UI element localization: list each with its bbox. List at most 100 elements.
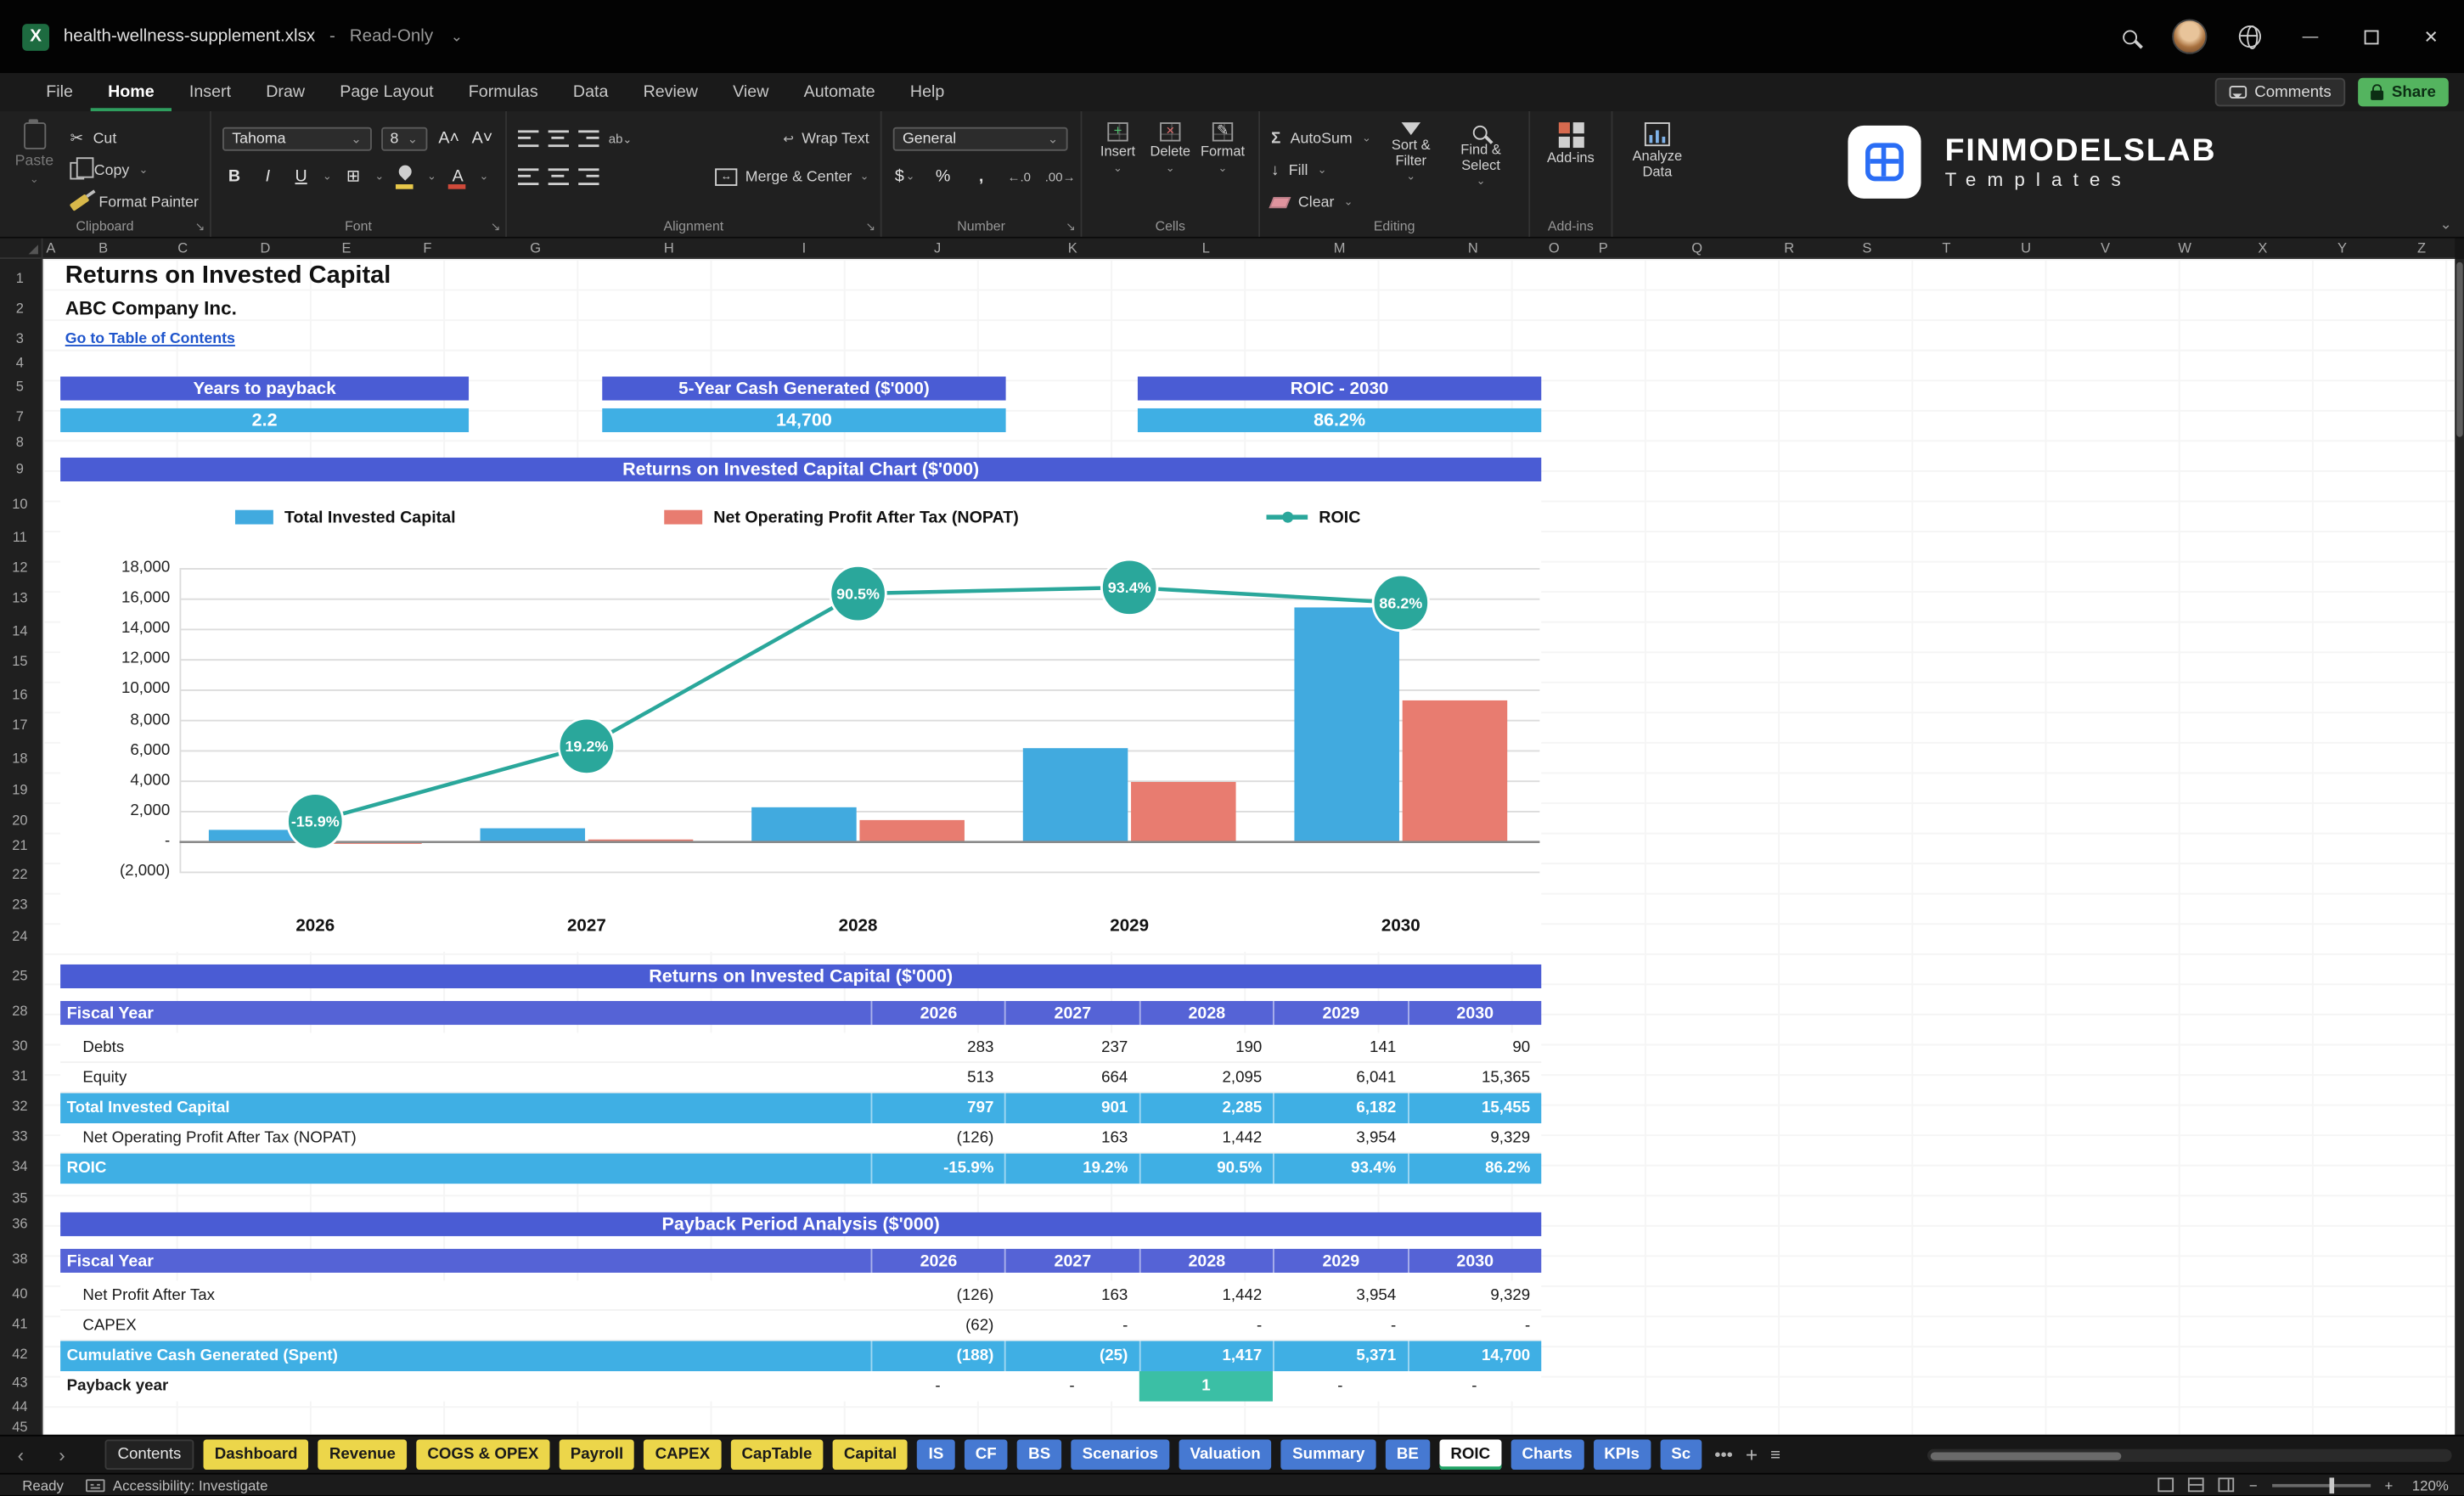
row-header-31[interactable]: 31 — [0, 1068, 40, 1086]
row-header-7[interactable]: 7 — [0, 408, 40, 426]
zoom-level[interactable]: 120% — [2407, 1476, 2449, 1493]
percent-style-button[interactable]: % — [931, 164, 955, 189]
sheet-tab[interactable]: CF — [964, 1439, 1008, 1471]
column-header-G[interactable]: G — [523, 240, 548, 256]
column-header-P[interactable]: P — [1590, 240, 1616, 256]
sheet-tab[interactable]: Sc — [1660, 1439, 1702, 1471]
clipboard-dialog-launcher-icon[interactable] — [195, 219, 205, 233]
column-header-V[interactable]: V — [2093, 240, 2118, 256]
align-middle-icon[interactable] — [548, 129, 569, 148]
sheet-tab[interactable]: CapTable — [730, 1439, 824, 1471]
sheet-tab[interactable]: IS — [917, 1439, 955, 1471]
maximize-button[interactable] — [2341, 0, 2401, 73]
chevron-down-icon[interactable] — [374, 170, 384, 183]
chevron-down-icon[interactable] — [323, 170, 332, 183]
sort-filter-button[interactable]: Sort & Filter — [1381, 122, 1441, 215]
web-version-button[interactable] — [2219, 0, 2280, 73]
minimize-button[interactable] — [2280, 0, 2340, 73]
analyze-data-button[interactable]: Analyze Data — [1627, 122, 1687, 215]
row-header-3[interactable]: 3 — [0, 330, 40, 348]
column-header-X[interactable]: X — [2250, 240, 2276, 256]
sheet-tab[interactable]: Scenarios — [1071, 1439, 1170, 1471]
ribbon-tab[interactable]: Review — [626, 73, 716, 111]
row-header-38[interactable]: 38 — [0, 1251, 40, 1268]
font-name-combobox[interactable]: Tahoma — [222, 126, 372, 150]
comments-button[interactable]: Comments — [2214, 77, 2346, 107]
addins-button[interactable]: Add-ins — [1541, 122, 1600, 215]
row-header-13[interactable]: 13 — [0, 589, 40, 607]
ribbon-tab[interactable]: Formulas — [451, 73, 555, 111]
chevron-down-icon[interactable] — [427, 170, 436, 183]
close-button[interactable] — [2401, 0, 2461, 73]
collapse-ribbon-icon[interactable] — [2439, 217, 2451, 234]
ribbon-tab[interactable]: Help — [892, 73, 962, 111]
underline-button[interactable]: U — [290, 164, 313, 189]
table-row[interactable]: Debts 283 237 190 141 90 — [60, 1032, 1542, 1063]
column-header-I[interactable]: I — [791, 240, 817, 256]
row-header-34[interactable]: 34 — [0, 1158, 40, 1176]
grow-font-button[interactable]: A˄ — [437, 126, 461, 151]
ribbon-tab[interactable]: Home — [91, 73, 172, 111]
row-header-20[interactable]: 20 — [0, 812, 40, 830]
select-all-corner[interactable] — [0, 238, 43, 260]
comma-style-button[interactable]: , — [970, 164, 993, 189]
row-header-32[interactable]: 32 — [0, 1098, 40, 1116]
sheet-tab[interactable]: Charts — [1510, 1439, 1584, 1471]
column-header-Z[interactable]: Z — [2409, 240, 2434, 256]
orientation-icon[interactable]: ab — [609, 131, 633, 145]
clear-button[interactable]: Clear — [1269, 186, 1371, 217]
search-button[interactable] — [2099, 0, 2159, 73]
page-break-view-icon[interactable] — [2219, 1477, 2236, 1493]
column-header-U[interactable]: U — [2013, 240, 2039, 256]
fill-button[interactable]: ↓ Fill — [1271, 155, 1371, 186]
align-center-icon[interactable] — [548, 167, 569, 186]
table-of-contents-link[interactable]: Go to Table of Contents — [65, 330, 235, 348]
sheet-tab[interactable]: ROIC — [1439, 1439, 1502, 1471]
row-header-1[interactable]: 1 — [0, 270, 40, 288]
chevron-down-icon[interactable] — [479, 170, 488, 183]
row-header-33[interactable]: 33 — [0, 1128, 40, 1146]
row-header-19[interactable]: 19 — [0, 782, 40, 800]
sheet-tab[interactable]: Capital — [832, 1439, 909, 1471]
merge-center-button[interactable]: ↔ Merge & Center — [715, 167, 869, 186]
italic-button[interactable]: I — [256, 164, 279, 189]
table-row[interactable]: Equity 513 664 2,095 6,041 15,365 — [60, 1062, 1542, 1094]
ribbon-tab[interactable]: Page Layout — [323, 73, 452, 111]
ribbon-tab[interactable]: View — [716, 73, 786, 111]
cut-button[interactable]: ✂ Cut — [70, 122, 199, 154]
column-header-Q[interactable]: Q — [1685, 240, 1710, 256]
previous-sheet-icon[interactable]: ‹ — [0, 1443, 42, 1465]
row-header-16[interactable]: 16 — [0, 686, 40, 704]
vertical-scrollbar-thumb[interactable] — [2456, 262, 2463, 437]
row-header-10[interactable]: 10 — [0, 496, 40, 514]
column-header-S[interactable]: S — [1854, 240, 1880, 256]
delete-cells-button[interactable]: × Delete — [1145, 122, 1195, 215]
autosum-button[interactable]: Σ AutoSum — [1271, 122, 1371, 154]
row-header-28[interactable]: 28 — [0, 1003, 40, 1021]
column-header-N[interactable]: N — [1460, 240, 1486, 256]
zoom-in-button[interactable]: + — [2384, 1476, 2393, 1493]
row-header-9[interactable]: 9 — [0, 461, 40, 479]
decrease-decimal-button[interactable]: .00→ — [1045, 169, 1076, 183]
column-header-D[interactable]: D — [253, 240, 278, 256]
copy-button[interactable]: Copy — [70, 155, 199, 186]
ribbon-tab[interactable]: Automate — [786, 73, 892, 111]
align-top-icon[interactable] — [518, 129, 539, 148]
account-button[interactable] — [2159, 0, 2219, 73]
row-header-21[interactable]: 21 — [0, 837, 40, 855]
row-header-18[interactable]: 18 — [0, 750, 40, 768]
sheet-tab[interactable]: KPIs — [1593, 1439, 1651, 1471]
bold-button[interactable]: B — [222, 164, 246, 189]
sheet-tab[interactable]: Contents — [104, 1439, 194, 1471]
row-header-2[interactable]: 2 — [0, 301, 40, 318]
row-header-4[interactable]: 4 — [0, 354, 40, 372]
table-row[interactable]: CAPEX (62) - - - - — [60, 1310, 1542, 1341]
row-header-14[interactable]: 14 — [0, 623, 40, 641]
add-sheet-button[interactable]: + — [1746, 1443, 1758, 1466]
accounting-format-button[interactable]: $ — [893, 164, 917, 189]
sheet-tab[interactable]: Revenue — [318, 1439, 407, 1471]
sheet-tab[interactable]: Summary — [1281, 1439, 1376, 1471]
sheet-tab[interactable]: BS — [1017, 1439, 1062, 1471]
increase-decimal-button[interactable]: ←.0 — [1007, 169, 1030, 183]
sheet-tab[interactable]: BE — [1385, 1439, 1430, 1471]
